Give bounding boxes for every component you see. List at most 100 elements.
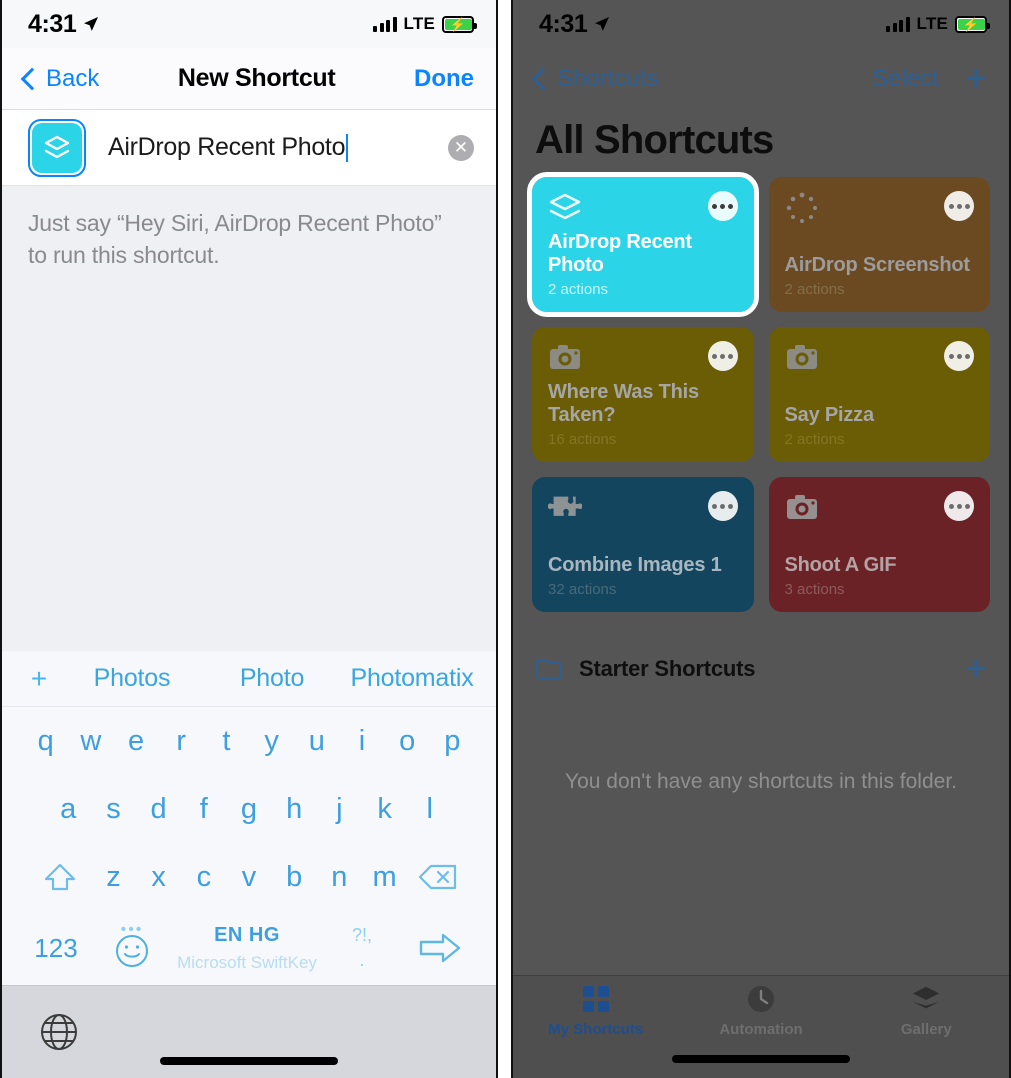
card-text: Say Pizza 2 actions (785, 404, 975, 448)
empty-folder-message: You don't have any shortcuts in this fol… (565, 770, 957, 793)
key-l[interactable]: l (407, 793, 452, 826)
location-arrow-icon (84, 17, 99, 31)
key-a[interactable]: a (46, 793, 91, 826)
card-options-button[interactable] (944, 491, 974, 521)
suggestion-2[interactable]: Photomatix (342, 664, 482, 693)
card-options-button[interactable] (707, 491, 738, 521)
card-text: AirDrop Recent Photo 2 actions (548, 231, 738, 298)
key-b[interactable]: b (272, 861, 317, 894)
suggestion-0[interactable]: Photos (62, 664, 202, 693)
add-suggestion-button[interactable]: + (16, 663, 62, 695)
shortcuts-back-button[interactable]: Shortcuts (531, 65, 658, 93)
tab-my-shortcuts[interactable]: My Shortcuts (513, 976, 678, 1046)
key-c[interactable]: c (181, 861, 226, 894)
key-h[interactable]: h (272, 793, 317, 826)
punctuation-key[interactable]: ?!, . (324, 923, 400, 973)
shortcut-card-shoot-a-gif[interactable]: Shoot A GIF 3 actions (768, 477, 990, 612)
add-shortcut-button[interactable]: + (965, 60, 987, 98)
keyboard-row-2: a s d f g h j k l (2, 775, 496, 843)
key-j[interactable]: j (317, 793, 362, 826)
card-header (548, 491, 738, 525)
shortcut-name-input[interactable]: AirDrop Recent Photo (108, 133, 448, 162)
key-f[interactable]: f (181, 793, 226, 826)
card-header (548, 191, 738, 225)
card-title: AirDrop Recent Photo (548, 230, 692, 276)
card-options-button[interactable] (707, 341, 738, 371)
key-n[interactable]: n (317, 861, 362, 894)
select-button[interactable]: Select (872, 65, 939, 93)
location-arrow-icon (595, 17, 610, 31)
folder-left-group: Starter Shortcuts (535, 656, 756, 682)
enter-key[interactable] (400, 931, 480, 965)
punctuation-top: ?!, (351, 924, 372, 945)
key-v[interactable]: v (226, 861, 271, 894)
shortcut-card-airdrop-screenshot[interactable]: AirDrop Screenshot 2 actions (768, 177, 990, 312)
card-header (785, 191, 974, 225)
left-phone-panel: 4:31 LTE ⚡ Back New Shortcut Done AirDro… (0, 0, 498, 1078)
card-options-button[interactable] (944, 191, 974, 221)
key-s[interactable]: s (91, 793, 136, 826)
key-i[interactable]: i (339, 725, 384, 758)
status-indicators: LTE ⚡ (373, 14, 477, 34)
grid-squares-icon (582, 986, 609, 1012)
layers-icon (913, 986, 940, 1009)
key-g[interactable]: g (226, 793, 271, 826)
software-keyboard: + Photos Photo Photomatix q w e r t y u … (2, 651, 496, 1078)
tab-gallery[interactable]: Gallery (844, 976, 1009, 1046)
key-t[interactable]: t (204, 725, 249, 758)
shortcuts-layers-icon (549, 193, 581, 220)
shift-key[interactable] (29, 862, 91, 892)
status-time-group-right: 4:31 (539, 10, 610, 39)
siri-hint-text: Just say “Hey Siri, AirDrop Recent Photo… (28, 210, 442, 268)
carrier-label: LTE (403, 14, 435, 33)
card-action-count: 3 actions (784, 581, 845, 598)
back-button[interactable]: Back (20, 64, 100, 93)
space-key[interactable]: EN HG Microsoft SwiftKey (170, 924, 324, 973)
globe-icon[interactable] (36, 1009, 82, 1055)
card-options-button[interactable] (944, 341, 974, 371)
back-label: Back (46, 64, 100, 92)
key-d[interactable]: d (136, 793, 181, 826)
card-title: Where Was This Taken? (548, 380, 699, 426)
enter-arrow-icon (419, 933, 461, 963)
suggestion-1[interactable]: Photo (202, 664, 342, 693)
camera-icon (786, 345, 817, 369)
key-r[interactable]: r (159, 725, 204, 758)
key-x[interactable]: x (136, 861, 181, 894)
signal-bars-icon (373, 16, 397, 32)
delete-key[interactable] (407, 863, 469, 891)
shortcut-card-say-pizza[interactable]: Say Pizza 2 actions (768, 327, 990, 462)
key-q[interactable]: q (23, 725, 68, 758)
key-k[interactable]: k (362, 793, 407, 826)
card-action-count: 2 actions (784, 281, 845, 298)
card-action-count: 2 actions (784, 431, 845, 448)
all-shortcuts-title: All Shortcuts (535, 118, 774, 162)
tab-automation[interactable]: Automation (678, 976, 843, 1046)
folder-row-starter-shortcuts[interactable]: Starter Shortcuts + (513, 634, 1009, 698)
clear-text-button[interactable]: ✕ (448, 134, 474, 161)
key-y[interactable]: y (249, 725, 294, 758)
key-e[interactable]: e (113, 725, 158, 758)
key-o[interactable]: o (385, 725, 430, 758)
card-text: Combine Images 1 32 actions (548, 554, 738, 598)
emoji-key[interactable]: ••• (94, 922, 170, 969)
backspace-icon (419, 864, 457, 890)
done-button[interactable]: Done (414, 65, 474, 93)
key-u[interactable]: u (294, 725, 339, 758)
key-m[interactable]: m (362, 861, 407, 894)
shortcut-card-airdrop-recent-photo[interactable]: AirDrop Recent Photo 2 actions (527, 172, 759, 317)
numeric-key[interactable]: 123 (18, 933, 94, 964)
shortcut-icon-button[interactable] (28, 118, 86, 177)
card-header (785, 491, 974, 525)
key-z[interactable]: z (91, 861, 136, 894)
folder-add-button[interactable]: + (965, 650, 987, 688)
card-options-button[interactable] (707, 191, 738, 221)
key-w[interactable]: w (68, 725, 113, 758)
shortcut-card-where-was-this-taken[interactable]: Where Was This Taken? 16 actions (532, 327, 754, 462)
shortcut-card-combine-images-1[interactable]: Combine Images 1 32 actions (532, 477, 754, 612)
clock-icon (747, 986, 774, 1012)
shift-up-arrow-icon (44, 863, 75, 891)
keyboard-bottom-bar (2, 985, 496, 1078)
right-nav-actions: Select + (872, 60, 987, 98)
key-p[interactable]: p (430, 725, 475, 758)
